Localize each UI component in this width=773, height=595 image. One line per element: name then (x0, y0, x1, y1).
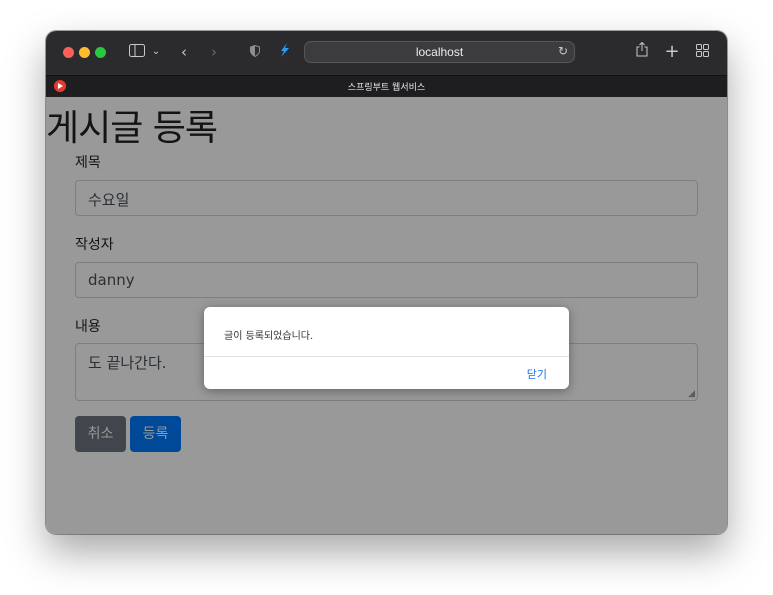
share-icon[interactable] (634, 41, 650, 62)
extension-icon[interactable] (276, 42, 292, 62)
alert-close-button[interactable]: 닫기 (527, 366, 547, 382)
alert-message: 글이 등록되었습니다. (224, 331, 314, 342)
browser-window: ⌄ ‹ › localhost ↻ + 스프링부트 웹서비스 게시글 등록 제목… (46, 31, 727, 534)
new-tab-icon[interactable]: + (664, 42, 680, 62)
alert-dialog: 글이 등록되었습니다. 닫기 (204, 307, 569, 389)
alert-divider (204, 356, 569, 357)
browser-toolbar: ⌄ ‹ › localhost ↻ + (46, 31, 727, 75)
shield-icon[interactable] (248, 42, 262, 62)
tab-bar: 스프링부트 웹서비스 (46, 75, 727, 97)
address-bar[interactable]: localhost ↻ (304, 41, 575, 63)
minimize-window-button[interactable] (79, 47, 90, 58)
sidebar-icon[interactable] (127, 42, 147, 62)
url-text: localhost (415, 45, 464, 59)
reload-icon[interactable]: ↻ (558, 44, 568, 58)
tab-title[interactable]: 스프링부트 웹서비스 (46, 80, 727, 93)
chevron-down-icon[interactable]: ⌄ (150, 42, 162, 62)
back-icon[interactable]: ‹ (176, 42, 192, 62)
forward-icon[interactable]: › (206, 42, 222, 62)
tab-overview-icon[interactable] (694, 42, 710, 62)
modal-backdrop[interactable]: 글이 등록되었습니다. 닫기 (46, 97, 727, 534)
zoom-window-button[interactable] (95, 47, 106, 58)
close-window-button[interactable] (63, 47, 74, 58)
